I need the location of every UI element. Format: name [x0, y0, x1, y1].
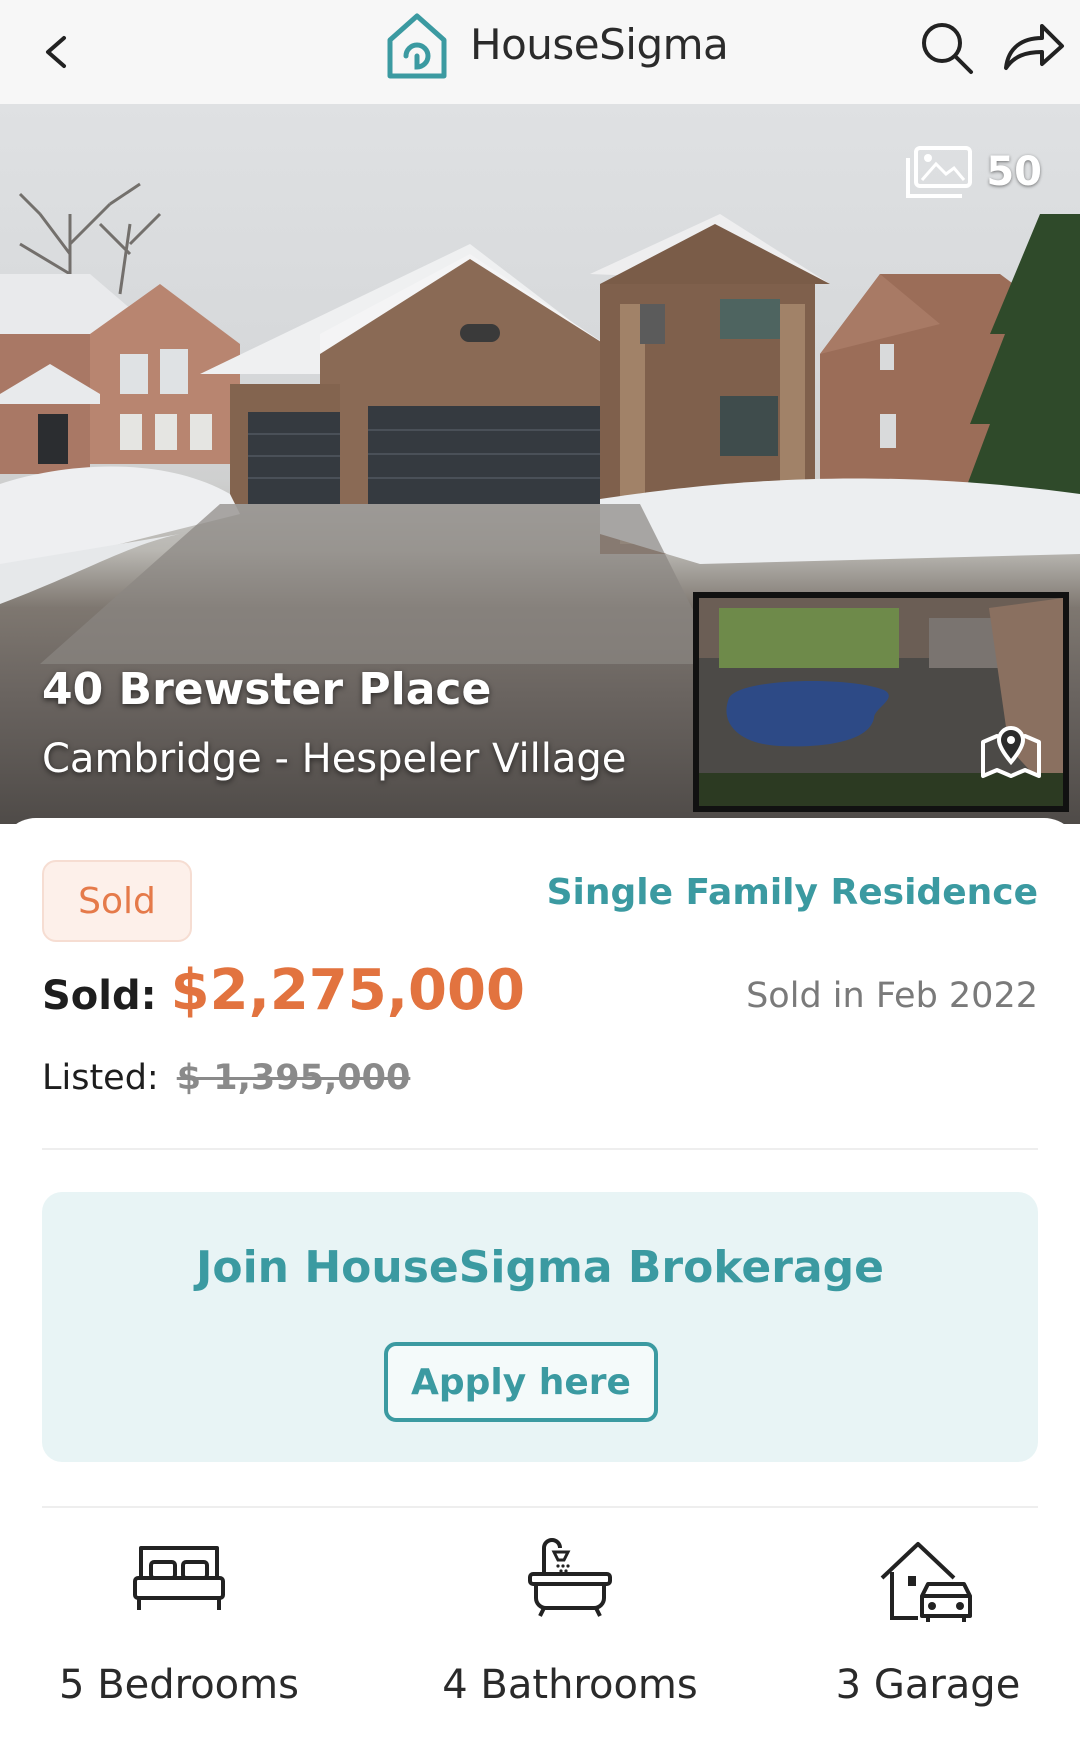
listing-address: 40 Brewster Place — [42, 664, 492, 715]
listing-hero-photo[interactable]: 50 40 Brewster Place Cambridge - Hespele… — [0, 104, 1080, 824]
share-icon — [1004, 24, 1064, 70]
image-gallery-icon — [906, 146, 973, 198]
sold-price-row: Sold: $2,275,000 — [42, 958, 525, 1023]
listed-price: $ 1,395,000 — [176, 1058, 411, 1098]
app-brand-title: HouseSigma — [470, 20, 729, 69]
listed-price-row: Listed: $ 1,395,000 — [42, 1058, 410, 1098]
search-icon — [922, 23, 973, 74]
housesigma-logo-icon — [384, 10, 450, 82]
back-button[interactable] — [26, 22, 86, 82]
listing-detail-card: Sold Single Family Residence Sold: $2,27… — [0, 818, 1080, 1755]
bed-icon — [133, 1546, 225, 1610]
listing-neighbourhood: Cambridge - Hespeler Village — [42, 736, 627, 782]
photo-count: 50 — [986, 149, 1042, 195]
divider — [42, 1148, 1038, 1150]
feature-bedrooms-label: 5 Bedrooms — [59, 1662, 299, 1708]
sold-date: Sold in Feb 2022 — [746, 976, 1038, 1016]
bathtub-icon — [528, 1538, 612, 1617]
top-app-bar: HouseSigma — [0, 0, 1080, 104]
listed-price-label: Listed: — [42, 1058, 159, 1098]
apply-here-button[interactable]: Apply here — [384, 1342, 658, 1422]
feature-bedrooms: 5 Bedrooms — [14, 1538, 344, 1738]
search-button[interactable] — [915, 16, 979, 80]
chevron-left-icon — [46, 36, 66, 68]
photo-gallery-button[interactable]: 50 — [904, 142, 1042, 202]
divider — [42, 1506, 1038, 1508]
feature-bathrooms: 4 Bathrooms — [405, 1538, 735, 1738]
map-pin-icon — [981, 726, 1041, 778]
brokerage-promo-banner: Join HouseSigma Brokerage Apply here — [42, 1192, 1038, 1462]
property-features: 5 Bedrooms 4 Bathrooms 3 Garage — [0, 1538, 1080, 1738]
promo-title: Join HouseSigma Brokerage — [196, 1242, 884, 1293]
sold-price-label: Sold: — [42, 973, 157, 1019]
share-button[interactable] — [1000, 16, 1068, 80]
garage-icon — [880, 1542, 972, 1622]
status-badge: Sold — [42, 860, 192, 942]
sold-price: $2,275,000 — [170, 958, 525, 1023]
property-type: Single Family Residence — [546, 872, 1038, 913]
feature-garage-label: 3 Garage — [835, 1662, 1021, 1708]
feature-bathrooms-label: 4 Bathrooms — [442, 1662, 698, 1708]
map-thumbnail[interactable] — [693, 592, 1069, 812]
feature-garage: 3 Garage — [763, 1538, 1080, 1738]
